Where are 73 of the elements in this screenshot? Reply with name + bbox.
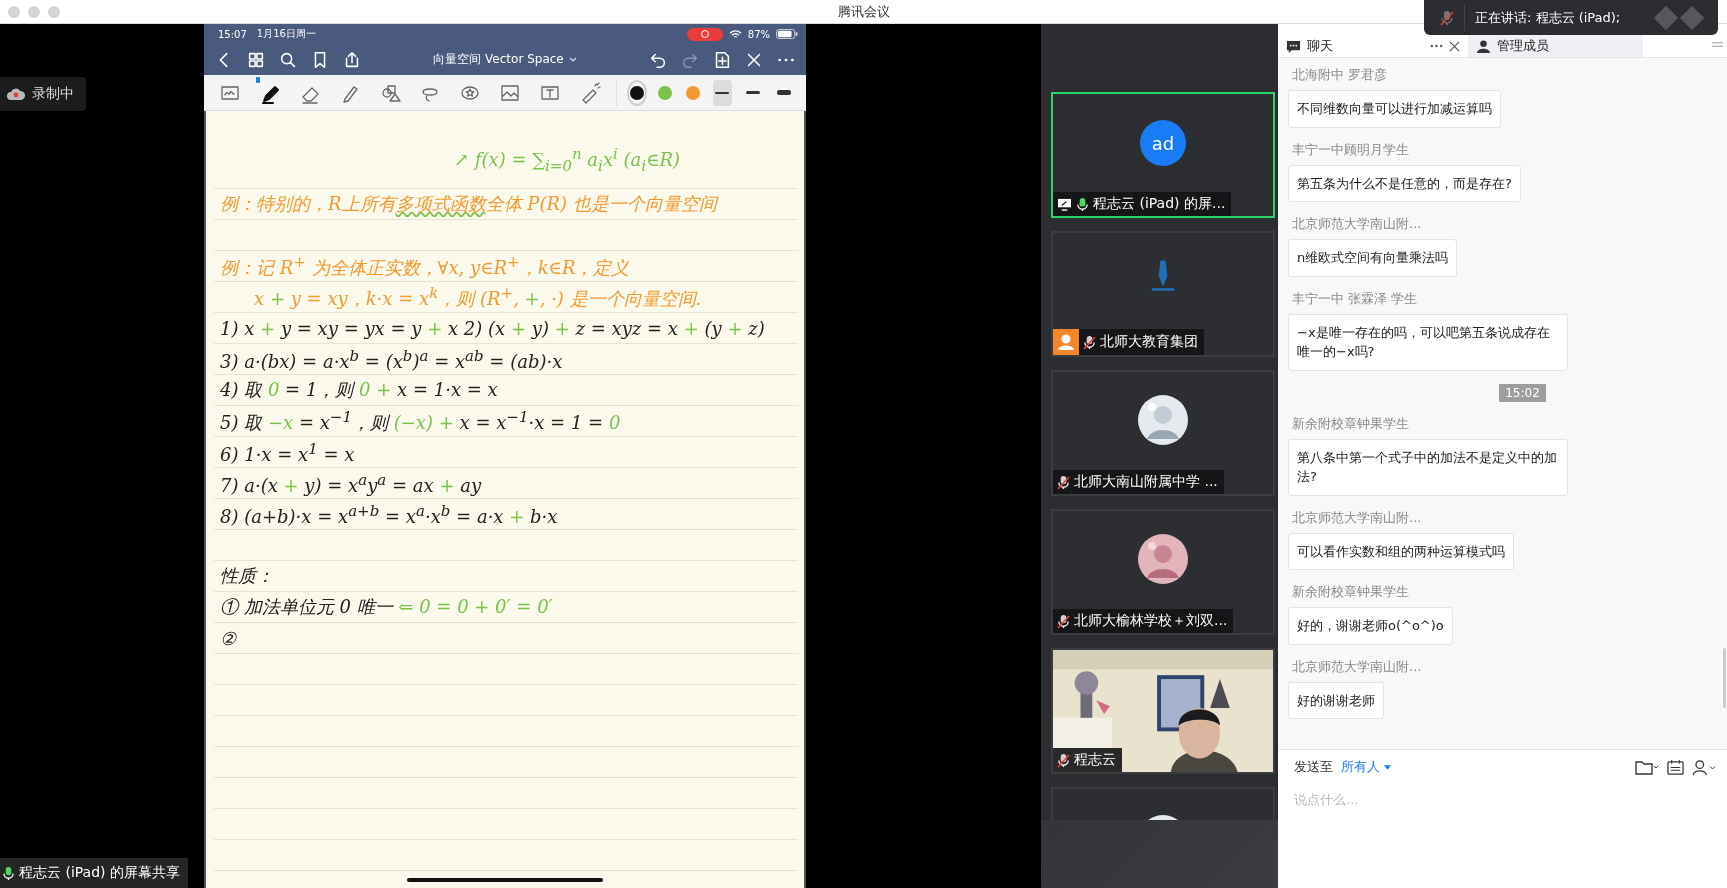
video-tile[interactable]: 程志云 (1051, 648, 1275, 774)
sender-name: 新余附校章钟果学生 (1291, 583, 1409, 601)
notice-icon[interactable] (1667, 758, 1684, 776)
scrollbar[interactable] (1723, 648, 1726, 708)
recording-badge[interactable]: 录制中 (0, 77, 86, 111)
tab-label: 聊天 (1307, 37, 1333, 55)
status-time: 15:07 (218, 28, 247, 40)
handwritten-line: 4) 取 0 = 1，则 0 + x = 1·x = x (220, 378, 498, 402)
participant-name: 程志云 (1074, 751, 1116, 769)
battery-percent: 87% (747, 28, 770, 40)
participant-name: 北师大南山附属中学 ... (1074, 473, 1218, 491)
handwritten-line: ② (220, 627, 236, 649)
participant-name: 北师大榆林学校＋刘双... (1074, 612, 1228, 630)
message-bubble: n维欧式空间有向量乘法吗 (1288, 239, 1458, 277)
sender-name: 丰宁一中顾明月学生 (1291, 140, 1409, 159)
sender-name: 北京师范大学南山附... (1291, 215, 1422, 233)
stroke-width-option[interactable] (712, 79, 732, 106)
message-bubble: −x是唯一存在的吗，可以吧第五条说成存在唯一的−x吗? (1288, 313, 1568, 371)
handwritten-line: ① 加法单位元 0 唯一 ⇐ 0 = 0 + 0′ = 0′ (220, 595, 553, 619)
muted-microphone-icon (1440, 9, 1454, 26)
user-icon (1053, 329, 1079, 355)
message-bubble: 好的谢谢老师 (1288, 681, 1384, 719)
recipient-dropdown[interactable]: 所有人 (1341, 758, 1391, 776)
speaking-text: 正在讲话: 程志云 (iPad); (1475, 8, 1622, 27)
cloud-icon (6, 87, 26, 101)
participant-name: 北师大教育集团 (1100, 333, 1198, 351)
message-bubble: 不同维数向量可以进行加减运算吗 (1288, 90, 1501, 128)
user-icon[interactable] (1692, 758, 1717, 776)
message-bubble: 第五条为什么不是任意的，而是存在? (1288, 164, 1521, 202)
user-icon (1476, 38, 1491, 54)
sender-name: 北海附中 罗君彦 (1291, 66, 1388, 84)
handwritten-line: x + y = xy，k·x = x$^{k}$，则 (R$^{+}$, +, ·) 是一个向量空间. (254, 283, 702, 311)
handwritten-line: 6) 1·x = x$^{1}$ = x (220, 439, 355, 465)
tab-label: 管理成员 (1497, 37, 1549, 55)
status-date: 1月16日周一 (256, 27, 316, 41)
wifi-icon (728, 29, 742, 39)
handwritten-line: 例：记 R$^{+}$ 为全体正实数，∀x, y∈R$^{+}$，k∈R，定义 (220, 252, 630, 280)
initials-avatar: ad (1140, 120, 1186, 166)
battery-icon (776, 29, 798, 39)
sender-name: 丰宁一中 张霖泽 学生 (1291, 289, 1418, 308)
ink-color-swatch[interactable] (628, 81, 645, 104)
document-title[interactable]: 向量空间 Vector Space (433, 51, 577, 68)
caret-icon (568, 57, 577, 62)
sender-name: 北京师范大学南山附... (1291, 657, 1422, 676)
handwritten-line: 7) a·(x + y) = x$^{a}$y$^{a}$ = ax + ay (220, 470, 482, 496)
send-to-label: 发送至 (1294, 758, 1333, 776)
participant-tile[interactable]: 北师大南山附属中学 ... (1051, 370, 1275, 496)
handwritten-line: 3) a·(bx) = a·x$^{b}$ = (x$^{b}$)$^{a}$ = x$^{ab}$ = (ab)·x (220, 346, 563, 372)
folder-icon[interactable] (1635, 759, 1659, 775)
handwritten-line: 5) 取 −x = x$^{−1}$，则 (−x) + x = x$^{−1}$·x = 1 = 0 (220, 407, 621, 435)
more-icon[interactable] (1430, 44, 1443, 48)
handwritten-formula: ↗ f(x) = ∑$_{i=0}$$^{n}$ a$_{i}$x$^{i}$ (a$_{i}$∈R) (454, 144, 681, 175)
sender-name: 新余附校章钟果学生 (1291, 414, 1409, 433)
chat-icon (1286, 38, 1301, 54)
chat-tab[interactable]: 管理成员 (1468, 35, 1643, 57)
message-input[interactable]: 说点什么... (1294, 786, 1717, 813)
message-bubble: 好的，谢谢老师o(^o^)o (1288, 607, 1453, 645)
window-title: 腾讯会议 (837, 2, 890, 21)
participant-name: 程志云 (iPad) 的屏... (1093, 195, 1226, 213)
handwritten-line: 1) x + y = xy = yx = y + x 2) (x + y) + z = xyz = x + (y + z) (220, 317, 765, 339)
handwritten-line: 8) (a+b)·x = x$^{a+b}$ = x$^{a}$·x$^{b}$ = a·x + b·x (220, 501, 558, 527)
message-bubble: 可以看作实数和组的两种运算模式吗 (1288, 532, 1514, 570)
handwritten-line: 性质： (220, 564, 274, 588)
screen-share-icon (1057, 197, 1072, 211)
close-icon[interactable] (1449, 40, 1460, 52)
participant-tile[interactable]: 北师大榆林学校＋刘双... (1051, 509, 1275, 635)
sender-name: 北京师范大学南山附... (1291, 508, 1422, 527)
handwritten-line: 例：特别的，R上所有多项式函数全体 P(R) 也是一个向量空间 (220, 192, 717, 216)
participant-tile[interactable]: ad 程志云 (iPad) 的屏... (1051, 92, 1275, 218)
share-label-text: 程志云 (iPad) 的屏幕共享 (19, 864, 180, 882)
caret-icon (1384, 764, 1391, 770)
message-bubble: 第八条中第一个式子中的加法不是定义中的加法? (1288, 438, 1568, 496)
participant-tile[interactable]: 北师大教育集团 (1051, 231, 1275, 357)
